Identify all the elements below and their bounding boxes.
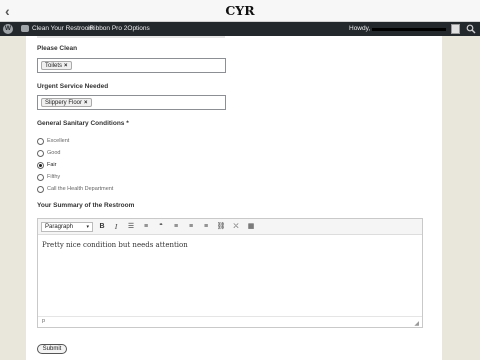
radio-good[interactable] bbox=[37, 150, 44, 157]
italic-icon[interactable]: I bbox=[111, 222, 121, 232]
editor-statusbar: p ◢ bbox=[38, 316, 422, 327]
bullet-list-icon[interactable]: ☰ bbox=[126, 222, 136, 232]
numbered-list-icon[interactable]: ≡ bbox=[141, 222, 151, 232]
page-title: CYR bbox=[225, 3, 255, 18]
format-select-value: Paragraph bbox=[45, 224, 74, 230]
divider bbox=[37, 36, 225, 38]
radio-health-department[interactable] bbox=[37, 186, 44, 193]
howdy-label[interactable]: Howdy, bbox=[349, 25, 370, 32]
admin-bar: W Clean Your Restroom iRibbon Pro 2Optio… bbox=[0, 22, 480, 36]
editor-content[interactable]: Pretty nice condition but needs attentio… bbox=[42, 241, 188, 249]
toolbar-toggle-icon[interactable]: ▦ bbox=[246, 222, 256, 232]
radio-label-health-department: Call the Health Department bbox=[47, 186, 114, 192]
please-clean-input[interactable]: Toilets × bbox=[37, 58, 226, 73]
remove-tag-icon[interactable]: × bbox=[64, 63, 68, 69]
search-icon[interactable] bbox=[466, 24, 476, 34]
avatar[interactable] bbox=[451, 24, 460, 34]
rich-text-editor: Paragraph ▾ B I ☰ ≡ “ ≡ ≡ ≡ ⛓ ⛌ ▦ Pretty … bbox=[37, 218, 423, 328]
blockquote-icon[interactable]: “ bbox=[156, 222, 166, 232]
tag-slippery-floor[interactable]: Slippery Floor × bbox=[41, 98, 92, 107]
urgent-service-input[interactable]: Slippery Floor × bbox=[37, 95, 226, 110]
caret-down-icon: ▾ bbox=[86, 224, 89, 230]
format-select[interactable]: Paragraph ▾ bbox=[41, 222, 93, 232]
please-clean-label: Please Clean bbox=[37, 45, 78, 52]
form-panel: Please Clean Toilets × Urgent Service Nee… bbox=[26, 36, 442, 360]
align-center-icon[interactable]: ≡ bbox=[186, 222, 196, 232]
radio-filthy[interactable] bbox=[37, 174, 44, 181]
link-icon[interactable]: ⛓ bbox=[216, 222, 226, 232]
align-right-icon[interactable]: ≡ bbox=[201, 222, 211, 232]
radio-excellent[interactable] bbox=[37, 138, 44, 145]
wordpress-logo-icon[interactable]: W bbox=[3, 24, 13, 34]
radio-fair[interactable] bbox=[37, 162, 44, 169]
summary-label: Your Summary of the Restroom bbox=[37, 202, 135, 209]
tag-label: Slippery Floor bbox=[45, 100, 83, 106]
radio-label-excellent: Excellent bbox=[47, 138, 70, 144]
resize-handle-icon[interactable]: ◢ bbox=[414, 320, 419, 327]
theme-options-link[interactable]: iRibbon Pro 2Options bbox=[88, 25, 150, 32]
tag-label: Toilets bbox=[45, 63, 63, 69]
radio-label-good: Good bbox=[47, 150, 61, 156]
editor-toolbar: Paragraph ▾ B I ☰ ≡ “ ≡ ≡ ≡ ⛓ ⛌ ▦ bbox=[38, 219, 422, 235]
bold-icon[interactable]: B bbox=[97, 222, 107, 232]
sanitary-conditions-label: General Sanitary Conditions * bbox=[37, 120, 129, 127]
radio-label-fair: Fair bbox=[47, 162, 57, 168]
site-name-link[interactable]: Clean Your Restroom bbox=[32, 25, 94, 32]
unlink-icon[interactable]: ⛌ bbox=[231, 222, 241, 232]
remove-tag-icon[interactable]: × bbox=[84, 100, 88, 106]
tag-toilets[interactable]: Toilets × bbox=[41, 61, 72, 70]
radio-label-filthy: Filthy bbox=[47, 174, 61, 180]
align-left-icon[interactable]: ≡ bbox=[171, 222, 181, 232]
dashboard-icon[interactable] bbox=[21, 25, 29, 32]
urgent-service-label: Urgent Service Needed bbox=[37, 83, 109, 90]
ios-nav-bar: ‹ CYR bbox=[0, 0, 480, 22]
redacted-username bbox=[372, 28, 446, 31]
submit-button[interactable]: Submit bbox=[37, 344, 67, 354]
element-path[interactable]: p bbox=[42, 318, 45, 324]
